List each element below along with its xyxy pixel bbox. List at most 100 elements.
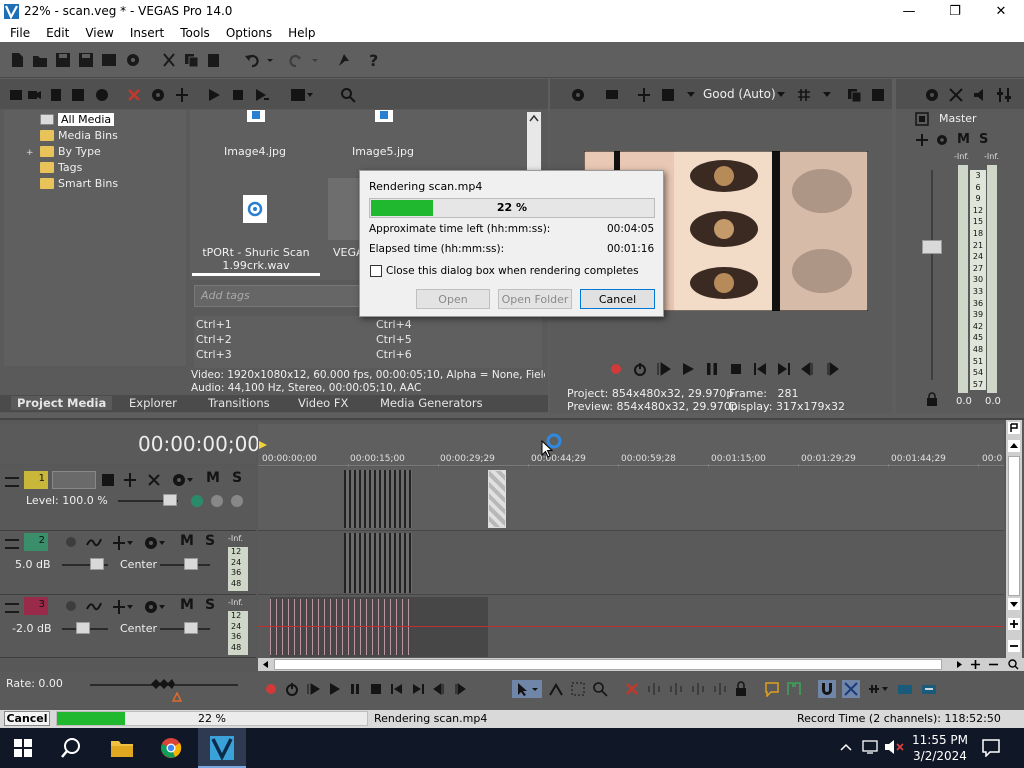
- track1-level-handle[interactable]: [163, 494, 177, 506]
- overlays-chevron-down-icon[interactable]: [822, 91, 832, 99]
- media-properties-gear-icon[interactable]: [150, 87, 166, 103]
- timeline-vertical-scrollbar[interactable]: [1006, 420, 1022, 660]
- downmix-speaker-icon[interactable]: [972, 87, 988, 103]
- cancel-render-button[interactable]: Cancel: [580, 289, 655, 309]
- track3-volume-handle[interactable]: [76, 622, 90, 634]
- tab-media-generators[interactable]: Media Generators: [380, 396, 483, 410]
- show-hidden-icons-chevron-icon[interactable]: [840, 742, 852, 752]
- scroll-left-icon[interactable]: [260, 659, 271, 670]
- track-minimize-icon[interactable]: [5, 539, 19, 549]
- open-icon[interactable]: [31, 51, 49, 69]
- track-gear-icon[interactable]: [172, 472, 194, 488]
- media-autopreview-icon[interactable]: [254, 87, 270, 103]
- media-stop-icon[interactable]: [230, 87, 246, 103]
- tab-project-media[interactable]: Project Media: [11, 396, 113, 410]
- external-monitor-icon[interactable]: [604, 87, 620, 103]
- zoom-in-vertical-icon[interactable]: [1008, 618, 1020, 630]
- horizontal-scroll-thumb[interactable]: [274, 659, 942, 670]
- tree-item-smart-bins[interactable]: Smart Bins: [40, 175, 118, 191]
- save-snapshot-icon[interactable]: [870, 87, 886, 103]
- master-fx-icon[interactable]: [948, 87, 964, 103]
- loop-icon[interactable]: [632, 361, 648, 377]
- trim-end-icon[interactable]: [690, 681, 706, 697]
- menu-tools[interactable]: Tools: [178, 26, 212, 40]
- shortcut-ctrl5[interactable]: Ctrl+5: [376, 332, 412, 347]
- play-from-start-icon[interactable]: [656, 361, 672, 377]
- split-screen-icon[interactable]: [636, 87, 652, 103]
- redo-icon[interactable]: [287, 51, 305, 69]
- menu-help[interactable]: Help: [286, 26, 317, 40]
- tree-item-all-media[interactable]: All Media: [40, 111, 115, 127]
- track-gear-icon[interactable]: [144, 599, 166, 615]
- split-icon[interactable]: [712, 681, 728, 697]
- marker-flag-icon[interactable]: [258, 440, 268, 450]
- zoom-edit-tool-icon[interactable]: [592, 681, 608, 697]
- master-bypass-icon[interactable]: [915, 112, 929, 126]
- tree-expander[interactable]: +: [26, 148, 34, 158]
- track2-volume-handle[interactable]: [90, 558, 104, 570]
- previous-frame-icon[interactable]: [800, 361, 816, 377]
- menu-file[interactable]: File: [8, 26, 32, 40]
- copy-snapshot-icon[interactable]: [846, 87, 862, 103]
- audio-file-thumbnail[interactable]: [243, 195, 267, 223]
- pause-icon[interactable]: [348, 682, 362, 696]
- image4-thumbnail[interactable]: [247, 110, 265, 122]
- minimize-button[interactable]: —: [886, 0, 932, 23]
- video-clip-events[interactable]: [344, 470, 412, 528]
- image-clip-event[interactable]: [488, 470, 506, 528]
- new-icon[interactable]: [8, 51, 26, 69]
- master-fader[interactable]: [922, 170, 942, 380]
- undo-dropdown-icon[interactable]: [265, 51, 275, 69]
- record-icon[interactable]: [608, 361, 624, 377]
- arm-record-icon[interactable]: [64, 599, 78, 613]
- tool-hand-icon[interactable]: [335, 51, 353, 69]
- play-icon[interactable]: [327, 682, 341, 696]
- lock-envelopes-icon[interactable]: [896, 681, 914, 697]
- tree-item-by-type[interactable]: By Type: [40, 143, 101, 159]
- close-button[interactable]: ✕: [978, 0, 1024, 23]
- audio-clip-events[interactable]: [344, 533, 412, 593]
- file-explorer-icon[interactable]: [110, 738, 134, 758]
- track-motion-icon[interactable]: [100, 472, 116, 488]
- media-play-icon[interactable]: [206, 87, 222, 103]
- zoom-out-vertical-icon[interactable]: [1008, 640, 1020, 652]
- web-globe-icon[interactable]: [94, 87, 110, 103]
- menu-edit[interactable]: Edit: [44, 26, 71, 40]
- track3-mute-button[interactable]: M: [180, 597, 194, 613]
- master-faders-icon[interactable]: [996, 87, 1012, 103]
- snapping-magnet-icon[interactable]: [818, 680, 836, 698]
- shortcut-ctrl1[interactable]: Ctrl+1: [196, 317, 232, 332]
- loop-icon[interactable]: [285, 682, 299, 696]
- master-solo-button[interactable]: S: [979, 132, 988, 147]
- preview-quality-select[interactable]: Good (Auto): [703, 87, 776, 101]
- undo-icon[interactable]: [243, 51, 261, 69]
- track1-compositing-children-icon[interactable]: [190, 493, 246, 509]
- shortcut-ctrl4[interactable]: Ctrl+4: [376, 317, 412, 332]
- master-fx-plug-icon[interactable]: [915, 133, 929, 147]
- track-minimize-icon[interactable]: [5, 477, 19, 487]
- menu-insert[interactable]: Insert: [128, 26, 166, 40]
- network-icon[interactable]: [862, 739, 880, 755]
- tab-explorer[interactable]: Explorer: [129, 396, 177, 410]
- track-gear-icon[interactable]: [144, 535, 166, 551]
- zoom-out-horizontal-icon[interactable]: [988, 659, 999, 670]
- trim-start-icon[interactable]: [668, 681, 684, 697]
- scroll-up-icon[interactable]: [1008, 440, 1020, 452]
- pause-icon[interactable]: [704, 361, 720, 377]
- search-icon[interactable]: [60, 737, 82, 759]
- track2-pan-handle[interactable]: [184, 558, 198, 570]
- scroll-down-icon[interactable]: [1008, 598, 1020, 610]
- go-to-end-icon[interactable]: [776, 361, 792, 377]
- record-icon[interactable]: [264, 682, 278, 696]
- track-minimize-icon[interactable]: [5, 603, 19, 613]
- copy-icon[interactable]: [182, 51, 200, 69]
- stop-icon[interactable]: [728, 361, 744, 377]
- quality-dropdown-icon[interactable]: [686, 91, 696, 99]
- chrome-icon[interactable]: [160, 737, 182, 759]
- stop-icon[interactable]: [369, 682, 383, 696]
- media-import-icon[interactable]: [8, 87, 24, 103]
- media-capture-icon[interactable]: [26, 87, 42, 103]
- image5-thumbnail[interactable]: [375, 110, 393, 122]
- menu-options[interactable]: Options: [224, 26, 274, 40]
- view-options-icon[interactable]: [290, 87, 314, 103]
